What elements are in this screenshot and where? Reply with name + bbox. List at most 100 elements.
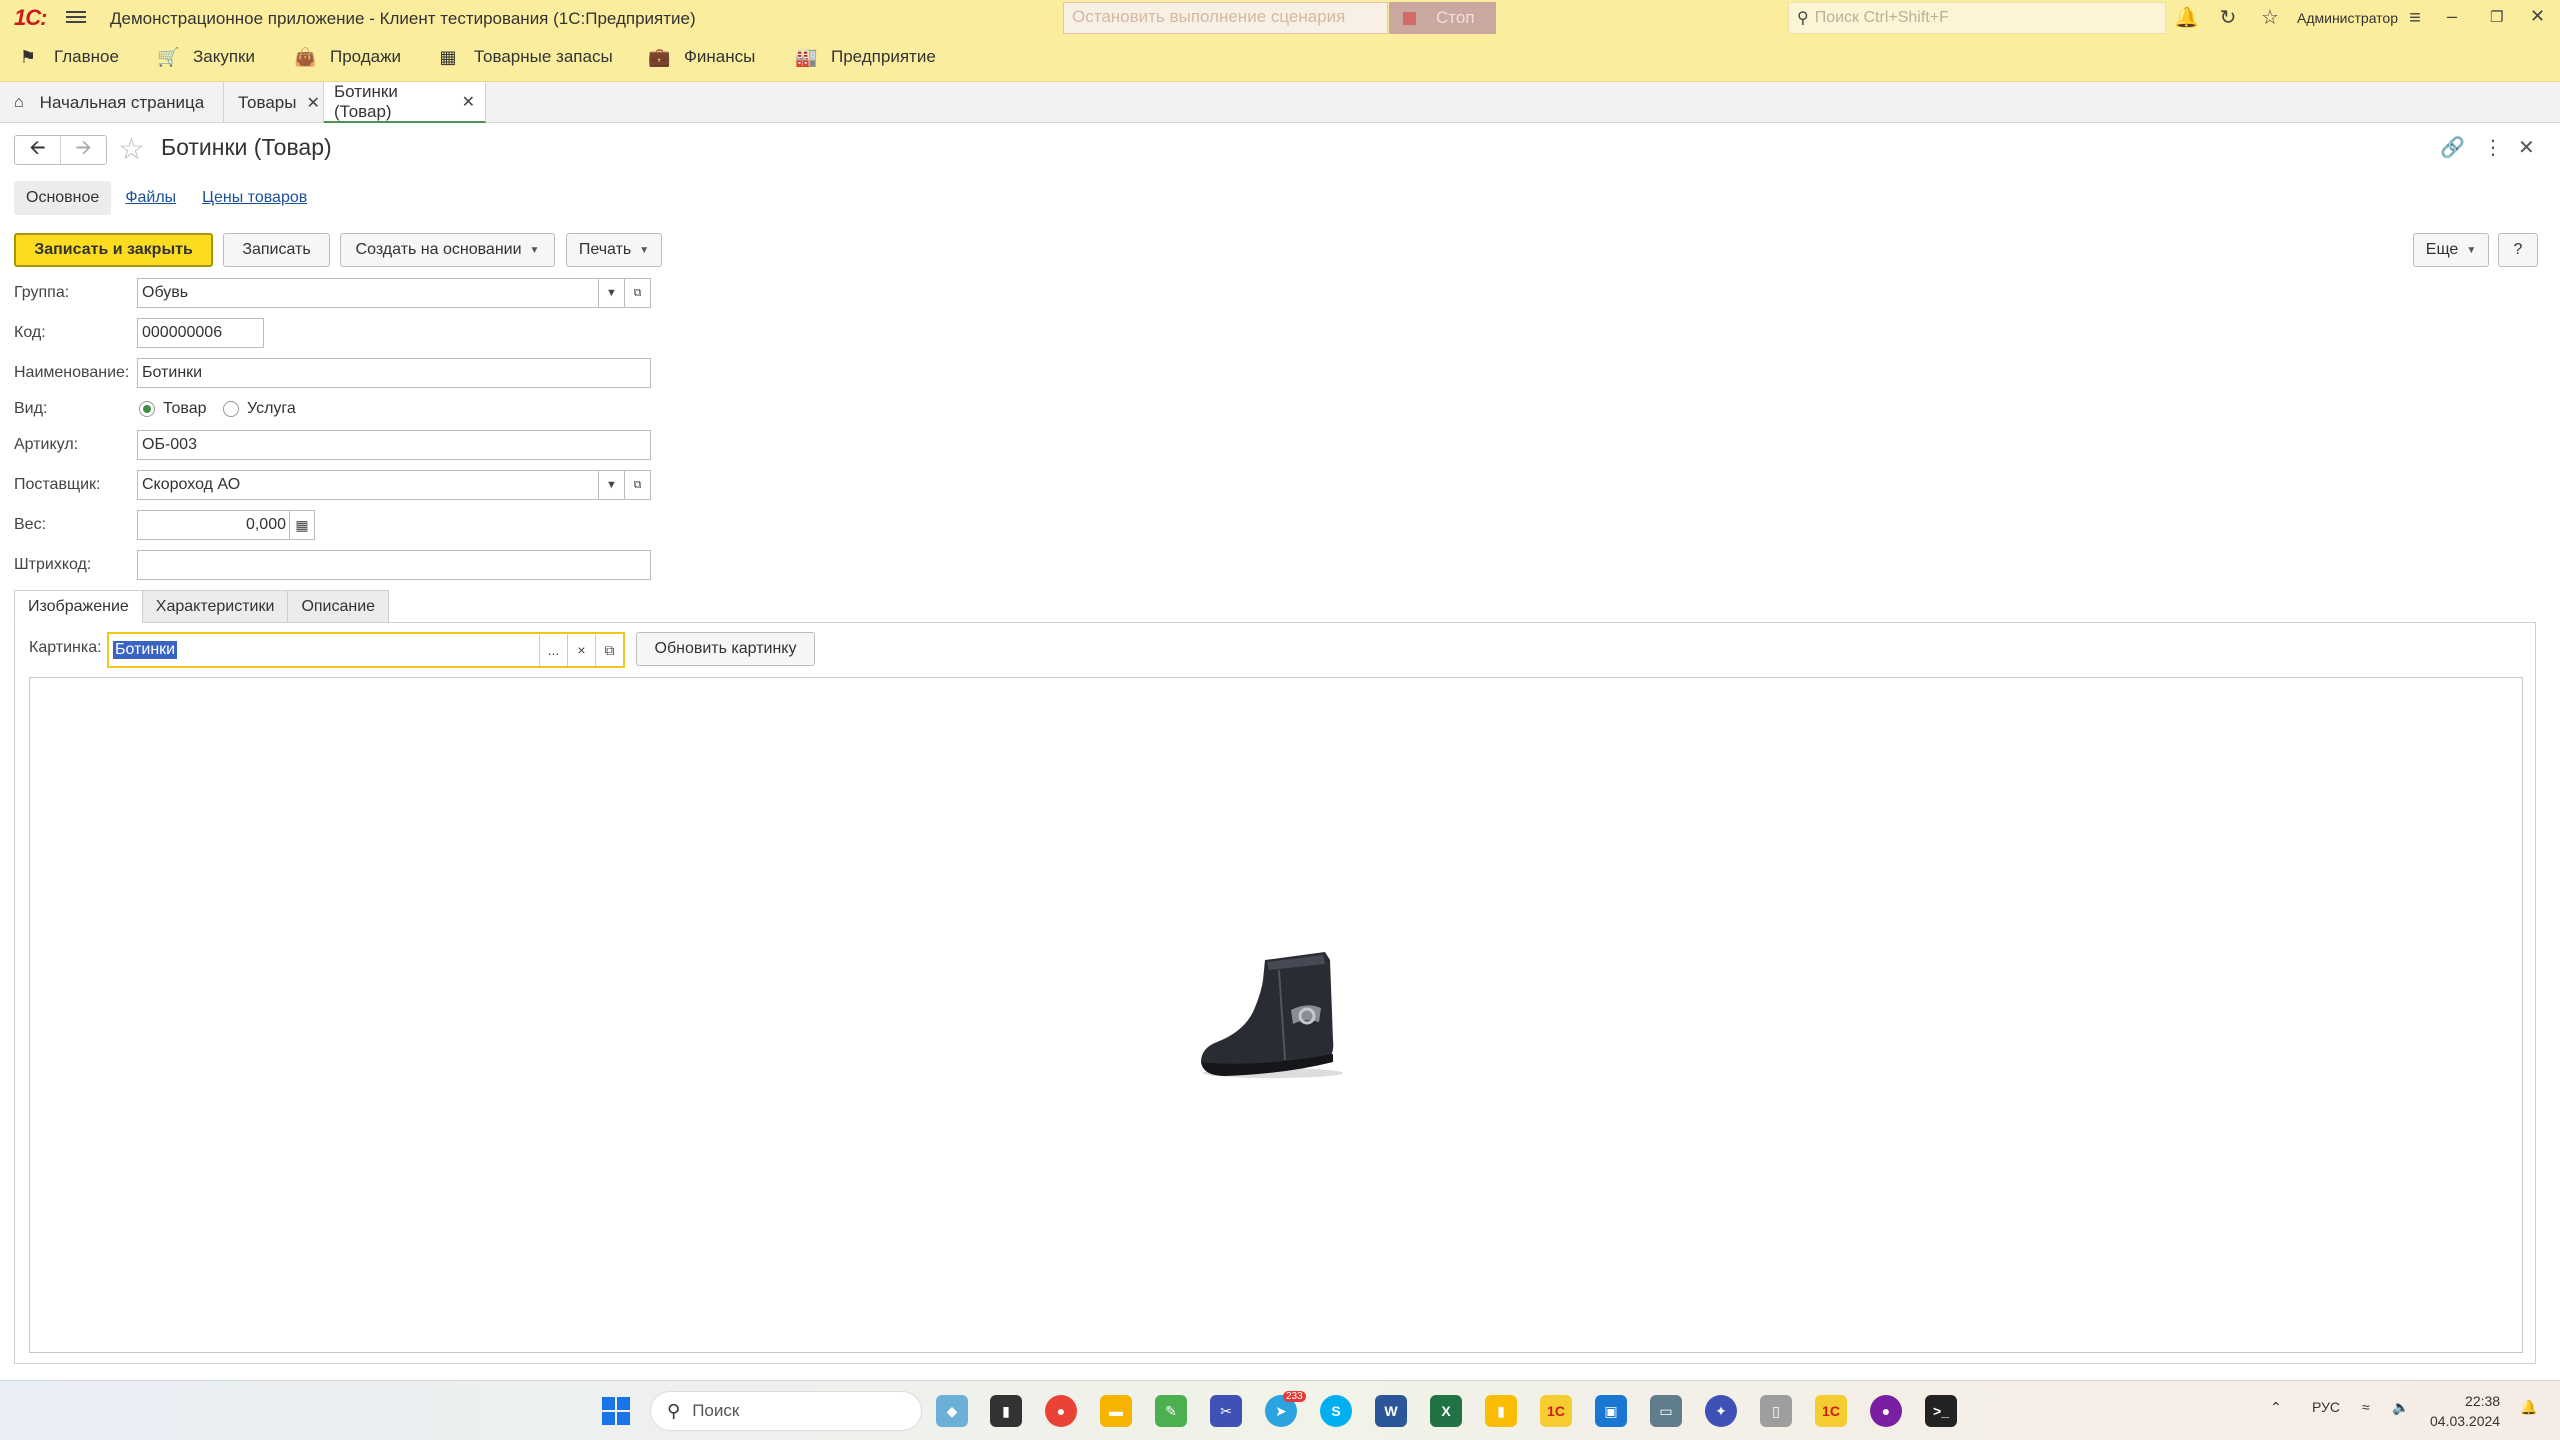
save-button[interactable]: Записать [223,233,330,267]
skype-icon[interactable]: S [1320,1395,1352,1427]
wallet-icon: 💼 [648,47,671,67]
copilot-icon[interactable]: ◆ [936,1395,968,1427]
open-icon[interactable]: ⧉ [595,634,623,666]
favorite-star-icon[interactable]: ☆ [118,132,145,167]
open-icon[interactable]: ⧉ [624,278,651,308]
tab-image[interactable]: Изображение [14,590,143,623]
factory-icon: 🏭 [795,47,818,67]
mouse-icon[interactable]: ▯ [1760,1395,1792,1427]
back-arrow-icon[interactable]: 🡨 [15,136,61,164]
maximize-icon[interactable]: ❐ [2490,8,2503,26]
tab-files[interactable]: Файлы [113,181,188,215]
snipping-icon[interactable]: ✂ [1210,1395,1242,1427]
windows-taskbar: ⚲ Поиск ◆ ▮ ● ▬ ✎ ✂ ➤ 233 S W X ▮ 1С ▣ ▭… [0,1380,2560,1440]
barcode-field[interactable] [137,550,651,580]
name-field[interactable]: Ботинки [137,358,651,388]
wifi-icon[interactable]: ≈ [2362,1399,2370,1415]
section-sales[interactable]: 👜 Продажи [294,47,401,67]
global-search-input[interactable]: ⚲ Поиск Ctrl+Shift+F [1788,2,2166,34]
link-icon[interactable]: 🔗 [2440,135,2465,160]
section-purchases[interactable]: 🛒 Закупки [157,47,255,67]
section-finance[interactable]: 💼 Финансы [648,47,755,67]
section-main[interactable]: ⚑ Главное [18,47,119,67]
remote-desktop-icon[interactable]: ▭ [1650,1395,1682,1427]
create-based-on-button[interactable]: Создать на основании ▼ [340,233,555,267]
paint-icon[interactable]: ✎ [1155,1395,1187,1427]
chrome-icon[interactable]: ● [1045,1395,1077,1427]
group-field[interactable]: Обувь [137,278,600,308]
main-menu-icon[interactable] [66,8,86,26]
search-icon: ⚲ [667,1400,681,1421]
chevron-down-icon: ▼ [2466,244,2477,256]
1c-app-icon[interactable]: 1С [1540,1395,1572,1427]
print-label: Печать [578,241,632,258]
clock[interactable]: 22:38 04.03.2024 [2430,1391,2500,1431]
kind-goods-radio[interactable]: Товар [139,400,207,418]
terminal-icon[interactable]: >_ [1925,1395,1957,1427]
article-field[interactable]: ОБ-003 [137,430,651,460]
windows-start-icon[interactable] [602,1397,630,1425]
telegram-badge: 233 [1283,1391,1306,1402]
radio-selected-icon [139,401,155,417]
refresh-picture-button[interactable]: Обновить картинку [636,632,815,666]
clear-icon[interactable]: × [567,634,595,666]
close-tab-icon[interactable]: ✕ [462,92,475,112]
taskbar-search[interactable]: ⚲ Поиск [650,1391,922,1431]
supplier-field[interactable]: Скороход АО [137,470,600,500]
more-vertical-icon[interactable]: ⋮ [2483,135,2503,160]
open-icon[interactable]: ⧉ [624,470,651,500]
dropdown-icon[interactable]: ▼ [598,470,625,500]
1c-client-icon[interactable]: 1С [1815,1395,1847,1427]
section-label: Финансы [684,47,756,66]
choose-icon[interactable]: ... [539,634,567,666]
notifications-icon[interactable]: 🔔 [2520,1399,2537,1416]
forward-arrow-icon[interactable]: 🡪 [61,136,106,164]
stop-button[interactable]: Стоп [1389,2,1496,34]
tab-main[interactable]: Основное [14,181,112,215]
history-icon[interactable]: ↻ [2216,6,2240,30]
user-name[interactable]: Администратор [2297,10,2398,26]
tab-home[interactable]: ⌂ Начальная страница [0,82,224,123]
scenario-stop-input[interactable]: Остановить выполнение сценария [1063,2,1388,34]
save-and-close-button[interactable]: Записать и закрыть [14,233,213,267]
home-icon: ⌂ [14,93,24,111]
tab-goods[interactable]: Товары ✕ [224,82,324,123]
sections-panel: ⚑ Главное 🛒 Закупки 👜 Продажи ▦ Товарные зап… [0,36,2560,82]
bell-icon[interactable]: 🔔 [2174,6,2199,30]
tab-boots-item[interactable]: Ботинки (Товар) ✕ [324,82,486,123]
close-form-icon[interactable]: ✕ [2518,135,2535,160]
help-button[interactable]: ? [2498,233,2538,267]
settings-menu-icon[interactable]: ≡ [2403,6,2427,30]
kind-service-radio[interactable]: Услуга [223,400,296,418]
open-windows-bar: ⌂ Начальная страница Товары ✕ Ботинки (Т… [0,82,2560,123]
excel-icon[interactable]: X [1430,1395,1462,1427]
section-label: Предприятие [831,47,936,66]
dropdown-icon[interactable]: ▼ [598,278,625,308]
picture-field[interactable]: Ботинки ... × ⧉ [107,632,625,668]
app-icon[interactable]: ▣ [1595,1395,1627,1427]
compass-icon[interactable]: ✦ [1705,1395,1737,1427]
print-button[interactable]: Печать ▼ [566,233,662,267]
favorites-star-icon[interactable]: ☆ [2258,6,2282,30]
volume-icon[interactable]: 🔈 [2392,1399,2409,1416]
tab-description[interactable]: Описание [287,590,390,623]
language-indicator[interactable]: РУС [2312,1399,2340,1415]
tab-characteristics[interactable]: Характеристики [141,590,289,623]
task-view-icon[interactable]: ▮ [990,1395,1022,1427]
section-enterprise[interactable]: 🏭 Предприятие [795,47,936,67]
tray-chevron-icon[interactable]: ⌃ [2270,1399,2282,1416]
minimize-icon[interactable]: – [2447,6,2457,27]
calculator-icon[interactable]: ▦ [289,510,315,540]
word-icon[interactable]: W [1375,1395,1407,1427]
weight-field[interactable]: 0,000 [137,510,291,540]
tab-prices[interactable]: Цены товаров [190,181,319,215]
close-window-icon[interactable]: ✕ [2530,6,2545,27]
file-explorer-icon[interactable]: ▬ [1100,1395,1132,1427]
keep-icon[interactable]: ▮ [1485,1395,1517,1427]
code-field[interactable]: 000000006 [137,318,264,348]
boot-image [1201,952,1343,1078]
more-button[interactable]: Еще ▼ [2413,233,2489,267]
github-icon[interactable]: ● [1870,1395,1902,1427]
section-stock[interactable]: ▦ Товарные запасы [438,47,612,67]
close-tab-icon[interactable]: ✕ [306,93,319,113]
